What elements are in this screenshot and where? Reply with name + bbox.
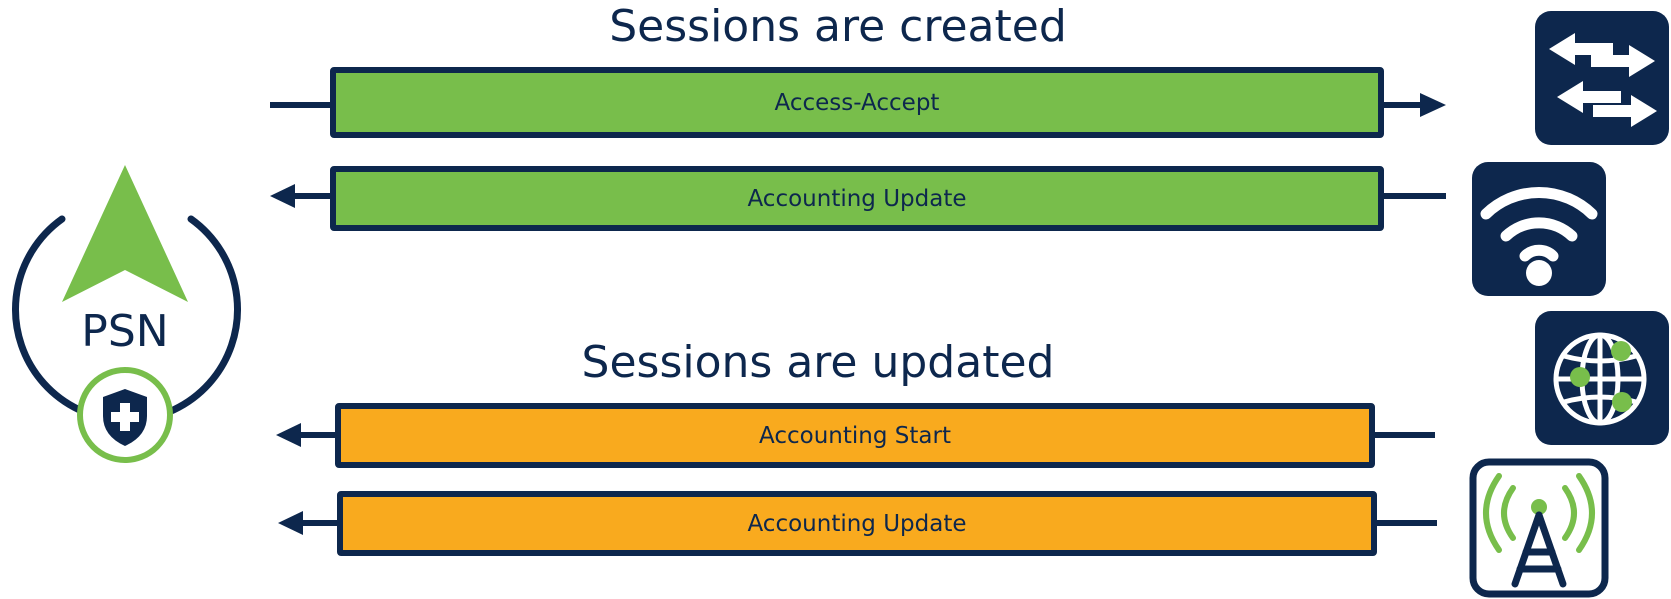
message-label: Accounting Update: [747, 185, 967, 212]
navigation-arrow-icon: [62, 165, 188, 302]
globe-icon: [1535, 311, 1669, 445]
arrowhead-left: [278, 511, 303, 535]
cell-tower-icon: [1469, 458, 1609, 598]
message-label: Accounting Start: [759, 422, 951, 449]
message-bar-accounting-update-green: Accounting Update: [330, 166, 1384, 231]
shield-plus-icon: [77, 367, 173, 463]
psn-label: PSN: [81, 306, 169, 357]
message-label: Access-Accept: [774, 89, 940, 116]
message-bar-accounting-update-orange: Accounting Update: [337, 491, 1377, 556]
arrowhead-left: [276, 423, 301, 447]
arrowhead-left: [270, 184, 295, 208]
message-bar-accounting-start: Accounting Start: [335, 403, 1375, 468]
message-bar-access-accept: Access-Accept: [330, 67, 1384, 138]
switch-arrows-icon: [1535, 11, 1669, 145]
psn-node: PSN: [0, 150, 250, 470]
message-label: Accounting Update: [747, 510, 967, 537]
wifi-icon: [1472, 162, 1606, 296]
arrowhead-right: [1420, 93, 1446, 117]
